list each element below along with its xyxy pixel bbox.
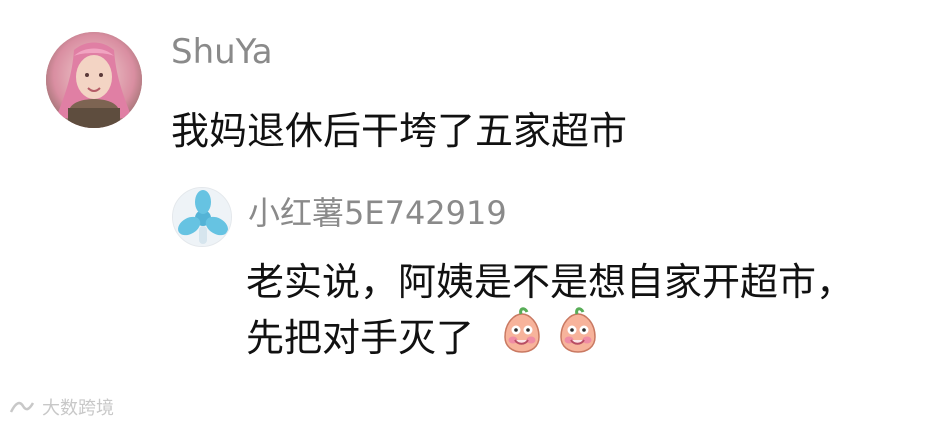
peach-face-icon <box>560 307 596 353</box>
comment-text: 我妈退休后干垮了五家超市 <box>171 109 628 153</box>
reply-username[interactable]: 小红薯5E742919 <box>248 188 507 234</box>
peach-face-icon <box>504 307 540 353</box>
avatar-portrait-icon <box>46 32 142 128</box>
fan-avatar-icon <box>173 188 231 246</box>
watermark: 大数跨境 <box>8 394 114 420</box>
comment-username[interactable]: ShuYa <box>171 32 273 72</box>
watermark-text: 大数跨境 <box>42 398 114 419</box>
reply-avatar[interactable] <box>172 187 232 247</box>
reply-emoji-row <box>497 306 603 356</box>
watermark-logo-icon <box>9 401 35 413</box>
reply-text-line-2: 先把对手灭了 <box>246 316 475 360</box>
user-avatar[interactable] <box>46 32 142 128</box>
reply-text-line-1: 老实说，阿姨是不是想自家开超市， <box>246 260 855 304</box>
